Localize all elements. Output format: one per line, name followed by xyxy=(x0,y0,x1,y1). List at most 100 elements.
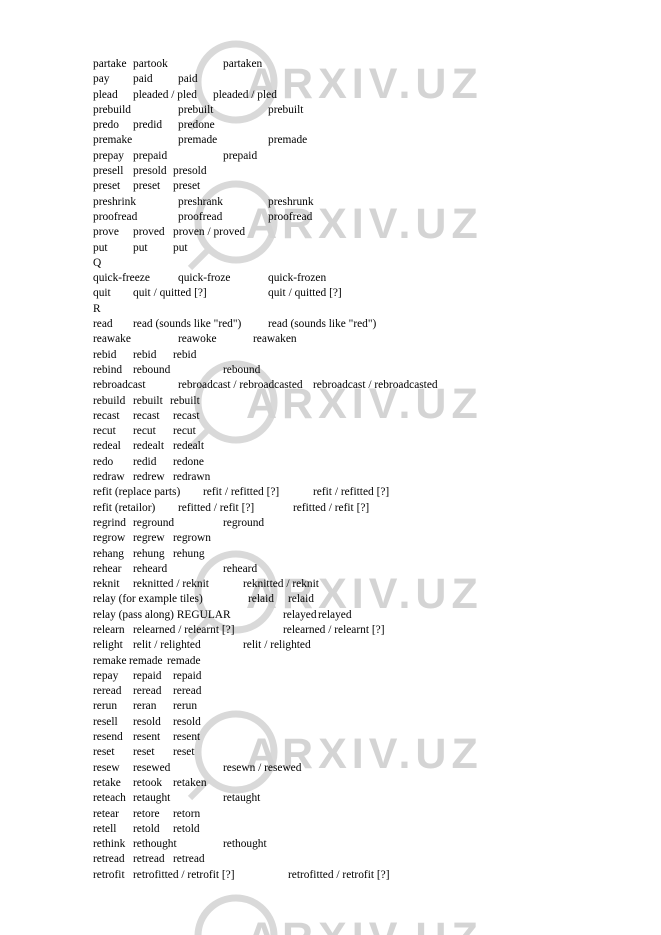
verb-past-participle: rethought xyxy=(223,838,267,851)
verb-base-form: redraw xyxy=(93,471,125,484)
verb-past-participle: rerun xyxy=(173,700,198,713)
verb-base-form: resend xyxy=(93,731,123,744)
verb-row: pay paid paid xyxy=(93,72,613,87)
verb-past-participle: remade xyxy=(167,654,201,667)
verb-base-form: put xyxy=(93,241,108,254)
verb-past-simple: prepaid xyxy=(133,149,168,162)
verb-row: predo predid predone xyxy=(93,118,613,133)
verb-past-simple: rethought xyxy=(133,838,177,851)
verb-past-simple: rebid xyxy=(133,348,157,361)
verb-base-form: preset xyxy=(93,180,121,193)
verb-base-form: presell xyxy=(93,165,124,178)
verb-base-form: reteach xyxy=(93,792,126,805)
verb-row: retake retook retaken xyxy=(93,776,613,791)
verb-past-participle: reheard xyxy=(223,562,258,575)
verb-past-participle: paid xyxy=(178,73,198,86)
verb-row: presell presold presold xyxy=(93,164,613,179)
verb-past-simple: reread xyxy=(133,685,162,698)
verb-past-participle: premade xyxy=(268,134,308,147)
verb-row: preset preset preset xyxy=(93,179,613,194)
verb-past-participle: preshrunk xyxy=(268,195,314,208)
verb-past-participle: rebroadcast / rebroadcasted xyxy=(313,379,438,392)
verb-past-participle: proven / proved xyxy=(173,226,246,239)
verb-row: redraw redrew redrawn xyxy=(93,470,613,485)
verb-past-simple: redealt xyxy=(133,440,164,453)
verb-row: put put put xyxy=(93,241,613,256)
verb-past-simple: reset xyxy=(133,746,155,759)
verb-row: retear retore retorn xyxy=(93,807,613,822)
verb-past-simple: premade xyxy=(178,134,218,147)
verb-row: regrow regrew regrown xyxy=(93,531,613,546)
verb-base-form: predo xyxy=(93,119,119,132)
verb-past-simple: recast xyxy=(133,409,160,422)
verb-base-form: rebroadcast xyxy=(93,379,146,392)
verb-row: Q xyxy=(93,256,613,271)
verb-base-form: Q xyxy=(93,256,102,269)
verb-past-participle: reknitted / reknit xyxy=(243,578,319,591)
verb-past-simple: rebroadcast / rebroadcasted xyxy=(178,379,303,392)
verb-past-participle: prepaid xyxy=(223,149,258,162)
verb-base-form: recast xyxy=(93,409,120,422)
verb-past-participle: retaught xyxy=(223,792,261,805)
verb-row: relay (pass along) REGULAR relayed relayed xyxy=(93,608,613,623)
verb-base-form: relay (pass along) REGULAR xyxy=(93,608,231,621)
verb-base-form: rehang xyxy=(93,547,124,560)
verb-past-participle: predone xyxy=(178,119,215,132)
verb-past-participle: resent xyxy=(173,731,201,744)
verb-row: reawake reawoke reawaken xyxy=(93,332,613,347)
verb-base-form: rehear xyxy=(93,562,122,575)
verb-row: reteach retaught retaught xyxy=(93,791,613,806)
verb-past-simple: predid xyxy=(133,119,163,132)
verb-row: reread reread reread xyxy=(93,684,613,699)
verb-past-simple: quit / quitted [?] xyxy=(133,287,207,300)
verb-base-form: retrofit xyxy=(93,868,125,881)
verb-past-simple: proved xyxy=(133,226,165,239)
verb-base-form: preshrink xyxy=(93,195,137,208)
verb-base-form: refit (replace parts) xyxy=(93,486,181,499)
verb-past-participle: repaid xyxy=(173,669,202,682)
verb-base-form: remake xyxy=(93,654,127,667)
verb-row: rebroadcast rebroadcast / rebroadcasted re… xyxy=(93,378,613,393)
verb-past-participle: reset xyxy=(173,746,195,759)
verb-past-simple: repaid xyxy=(133,669,162,682)
verb-row: rehang rehung rehung xyxy=(93,547,613,562)
verb-row: read read (sounds like "red") read (sounds… xyxy=(93,317,613,332)
verb-row: rebid rebid rebid xyxy=(93,348,613,363)
verb-past-participle: regrown xyxy=(173,532,211,545)
verb-base-form: repay xyxy=(93,669,119,682)
verb-past-simple: reran xyxy=(133,700,157,713)
verb-past-participle: proofread xyxy=(268,210,313,223)
verb-past-participle: retread xyxy=(173,853,205,866)
verb-row: proofread proofread proofread xyxy=(93,210,613,225)
verb-past-simple: retaught xyxy=(133,792,171,805)
verb-past-simple: relit / relighted xyxy=(133,639,201,652)
verb-base-form: rebuild xyxy=(93,394,126,407)
verb-row: relay (for example tiles) relaid relaid xyxy=(93,592,613,607)
verb-past-simple: recut xyxy=(133,425,156,438)
verb-base-form: resell xyxy=(93,715,118,728)
verb-past-participle: relit / relighted xyxy=(243,639,311,652)
verb-base-form: reknit xyxy=(93,578,120,591)
verb-past-participle: relayed xyxy=(318,608,352,621)
document-page: ARXIV.UZ ARXIV.UZ ARXIV.UZ ARXIV.UZ ARXI… xyxy=(0,0,661,935)
verb-past-simple: preset xyxy=(133,180,161,193)
verb-row: quit quit / quitted [?] quit / quitted [?] xyxy=(93,286,613,301)
verb-past-participle: rebuilt xyxy=(170,394,200,407)
verb-base-form: regrow xyxy=(93,532,126,545)
verb-base-form: relight xyxy=(93,639,123,652)
verb-base-form: relearn xyxy=(93,623,125,636)
verb-base-form: redeal xyxy=(93,440,121,453)
verb-row: rebuild rebuilt rebuilt xyxy=(93,394,613,409)
verb-past-simple: prebuilt xyxy=(178,103,214,116)
verb-row: repay repaid repaid xyxy=(93,669,613,684)
verb-past-simple: redid xyxy=(133,455,157,468)
verb-past-participle: relaid xyxy=(288,593,314,606)
verb-row: recast recast recast xyxy=(93,409,613,424)
verb-base-form: quit xyxy=(93,287,111,300)
verb-past-participle: prebuilt xyxy=(268,103,304,116)
verb-past-simple: paid xyxy=(133,73,153,86)
verb-past-simple: relearned / relearnt [?] xyxy=(133,623,235,636)
verb-past-simple: regrew xyxy=(133,532,165,545)
verb-past-participle: refitted / refit [?] xyxy=(293,501,370,514)
verb-row: prepay prepaid prepaid xyxy=(93,149,613,164)
